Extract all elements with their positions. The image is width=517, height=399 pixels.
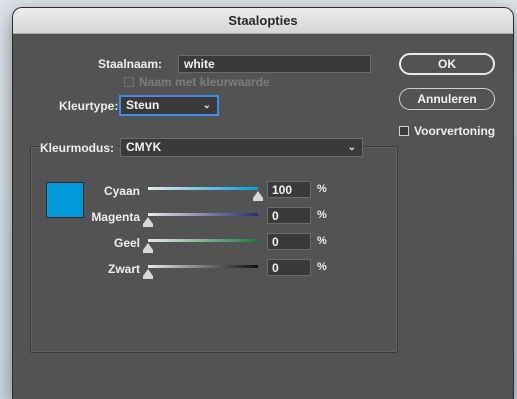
dialog-title: Staalopties	[13, 8, 513, 34]
preview-checkbox[interactable]	[399, 126, 409, 136]
color-mode-group	[30, 146, 398, 353]
swatch-name-label: Staalnaam:	[98, 57, 163, 71]
slider-thumb-geel[interactable]	[143, 243, 153, 253]
percent-unit: %	[317, 209, 327, 221]
slider-thumb-magenta[interactable]	[143, 217, 153, 227]
swatch-options-dialog: Staalopties Staalnaam: Naam met kleurwaa…	[13, 8, 513, 399]
swatch-name-input[interactable]	[178, 55, 371, 73]
cancel-button[interactable]: Annuleren	[399, 88, 495, 110]
value-input-magenta[interactable]	[267, 207, 311, 224]
percent-unit: %	[317, 235, 327, 247]
slider-label-zwart: Zwart	[107, 262, 140, 276]
color-type-label: Kleurtype:	[59, 99, 119, 113]
value-input-cyaan[interactable]	[267, 181, 311, 198]
value-input-geel[interactable]	[267, 233, 311, 250]
preview-label: Voorvertoning	[414, 124, 496, 138]
percent-unit: %	[317, 183, 327, 195]
color-type-value: Steun	[126, 98, 160, 112]
slider-track-cyaan[interactable]	[148, 187, 258, 190]
color-mode-value: CMYK	[126, 140, 162, 154]
slider-track-magenta[interactable]	[148, 213, 258, 216]
chevron-down-icon: ⌄	[202, 100, 211, 111]
name-with-color-value-label: Naam met kleurwaarde	[139, 75, 270, 89]
slider-track-geel[interactable]	[148, 239, 258, 242]
color-swatch-preview	[46, 182, 84, 218]
slider-thumb-cyaan[interactable]	[253, 191, 263, 201]
color-mode-label: Kleurmodus:	[40, 141, 119, 155]
chevron-down-icon: ⌄	[347, 142, 356, 153]
name-with-color-value-checkbox[interactable]	[124, 77, 134, 87]
slider-label-cyaan: Cyaan	[103, 184, 140, 198]
slider-track-zwart[interactable]	[148, 265, 258, 268]
value-input-zwart[interactable]	[267, 259, 311, 276]
ok-button[interactable]: OK	[399, 53, 495, 75]
slider-label-magenta: Magenta	[91, 210, 140, 224]
color-mode-select[interactable]: CMYK ⌄	[120, 138, 363, 157]
slider-label-geel: Geel	[113, 236, 140, 250]
slider-thumb-zwart[interactable]	[143, 269, 153, 279]
percent-unit: %	[317, 261, 327, 273]
color-type-select[interactable]: Steun ⌄	[120, 96, 218, 115]
